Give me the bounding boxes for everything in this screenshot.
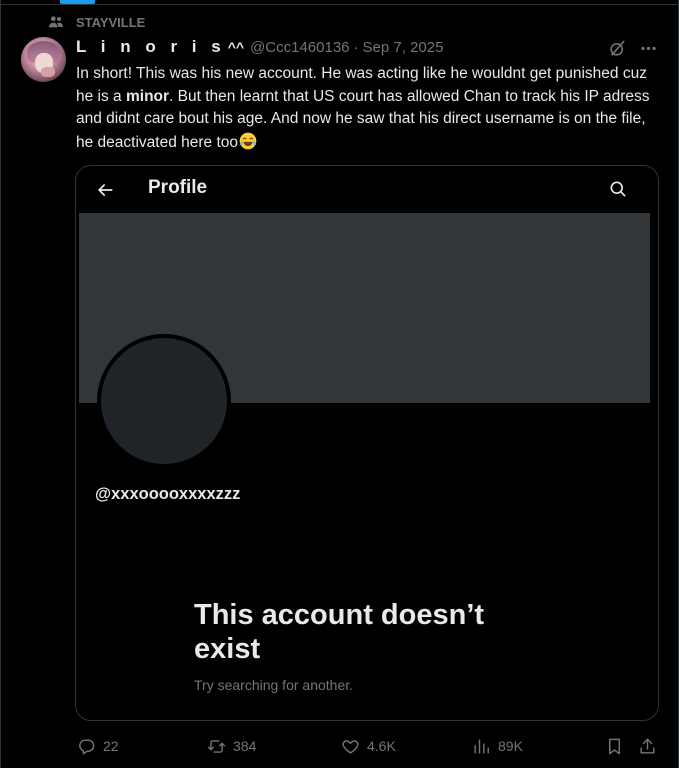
post-date[interactable]: Sep 7, 2025 [363,39,444,56]
people-icon [48,14,64,30]
tears-of-joy-emoji-icon [238,131,258,151]
repost-button[interactable]: 384 [207,735,256,757]
view-count: 89K [498,738,523,754]
screenshot-top-bar: Profile [79,168,650,214]
like-button[interactable]: 4.6K [341,735,396,757]
post-text: In short! This was his new account. He w… [76,63,666,154]
bookmark-button[interactable] [605,735,624,757]
repost-count: 384 [233,738,257,754]
avatar-hand [41,67,55,77]
like-count: 4.6K [367,738,396,754]
share-icon [638,737,657,756]
divider [1,4,678,5]
share-button[interactable] [638,735,657,757]
profile-screenshot: Profile @xxxooooxxxxzzz This account doe… [79,168,650,716]
more-dots-icon [639,39,658,58]
author-handle[interactable]: @Ccc1460136 [250,39,349,56]
community-label[interactable]: STAYVILLE [48,14,145,30]
more-options-button[interactable] [637,37,659,59]
post-media[interactable]: Profile @xxxooooxxxxzzz This account doe… [75,165,659,721]
heart-icon [341,737,360,756]
reply-icon [77,737,96,756]
screenshot-title: Profile [148,177,208,198]
post-text-bold: minor [125,87,170,105]
community-name: STAYVILLE [76,14,146,30]
post-header: L i n o r i s ^^ @Ccc1460136 · Sep 7, 20… [76,37,443,57]
repost-icon [207,737,226,756]
account-missing-subtext: Try searching for another. [194,677,354,693]
reply-button[interactable]: 22 [77,735,119,757]
views-button[interactable]: 89K [472,735,523,757]
search-icon [608,179,628,199]
post-container: STAYVILLE L i n o r i s ^^ @Ccc1460136 ·… [0,0,679,768]
grok-icon [608,39,627,58]
grok-button[interactable] [606,37,628,59]
profile-handle: @xxxooooxxxxzzz [95,485,241,503]
author-display-suffix[interactable]: ^^ [228,39,244,55]
account-missing-heading: This account doesn’t exist [194,599,485,665]
separator-dot: · [353,39,359,56]
profile-avatar-placeholder [97,334,231,468]
bookmark-icon [605,737,624,756]
author-display-name[interactable]: L i n o r i s [76,37,226,57]
back-arrow-icon [95,180,115,200]
bar-chart-icon [472,737,491,756]
action-bar: 22 384 4.6K 89K [1,735,679,757]
reply-count: 22 [103,738,119,754]
avatar[interactable] [21,37,66,82]
